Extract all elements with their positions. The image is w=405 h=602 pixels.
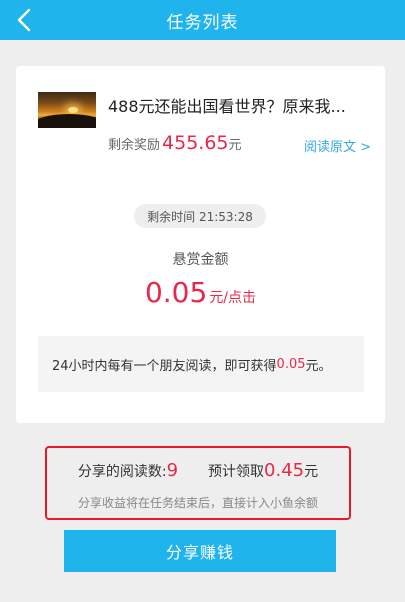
article-thumbnail[interactable] — [38, 92, 96, 128]
bounty-unit: 元/点击 — [209, 290, 257, 306]
share-earn-button[interactable]: 分享赚钱 — [64, 530, 336, 572]
remaining-time-badge: 剩余时间 21:53:28 — [134, 204, 266, 228]
share-stats-box: 分享的阅读数: 9 预计领取 0.45 元 分享收益将在任务结束后，直接计入小鱼… — [45, 446, 351, 520]
reward-rule: 24小时内每有一个朋友阅读，即可获得 0.05 元。 — [38, 336, 364, 392]
article-title[interactable]: 488元还能出国看世界？原来我... — [108, 93, 378, 117]
share-reads-label: 分享的阅读数: — [77, 464, 167, 480]
share-note: 分享收益将在任务结束后，直接计入小鱼余额 — [77, 496, 318, 510]
remaining-reward-label: 剩余奖励 — [108, 138, 161, 153]
share-stats-row: 分享的阅读数: 9 预计领取 0.45 元 — [47, 460, 349, 481]
remaining-reward-amount: 455.65 — [162, 132, 229, 154]
read-original-link[interactable]: 阅读原文 > — [304, 136, 371, 155]
navbar: 任务列表 — [0, 0, 405, 40]
bounty-value: 0.05 — [144, 276, 208, 309]
task-card: 488元还能出国看世界？原来我... 剩余奖励 455.65 元 阅读原文 > … — [16, 66, 385, 423]
bounty-amount: 0.05 元/点击 — [16, 276, 385, 309]
estimate-value: 0.45 — [264, 460, 305, 481]
reward-rule-prefix: 24小时内每有一个朋友阅读，即可获得 — [52, 358, 277, 374]
reward-rule-amount: 0.05 — [276, 356, 306, 372]
share-reads-value: 9 — [166, 460, 179, 481]
estimate-unit: 元 — [304, 464, 319, 480]
remaining-reward-unit: 元 — [228, 138, 242, 153]
back-button[interactable] — [10, 6, 38, 34]
reward-rule-suffix: 元。 — [305, 358, 332, 374]
remaining-reward: 剩余奖励 455.65 元 — [108, 132, 242, 156]
page-title: 任务列表 — [166, 12, 239, 33]
bounty-label: 悬赏金额 — [172, 252, 229, 268]
chevron-left-icon — [17, 8, 31, 32]
estimate-label: 预计领取 — [208, 464, 265, 480]
